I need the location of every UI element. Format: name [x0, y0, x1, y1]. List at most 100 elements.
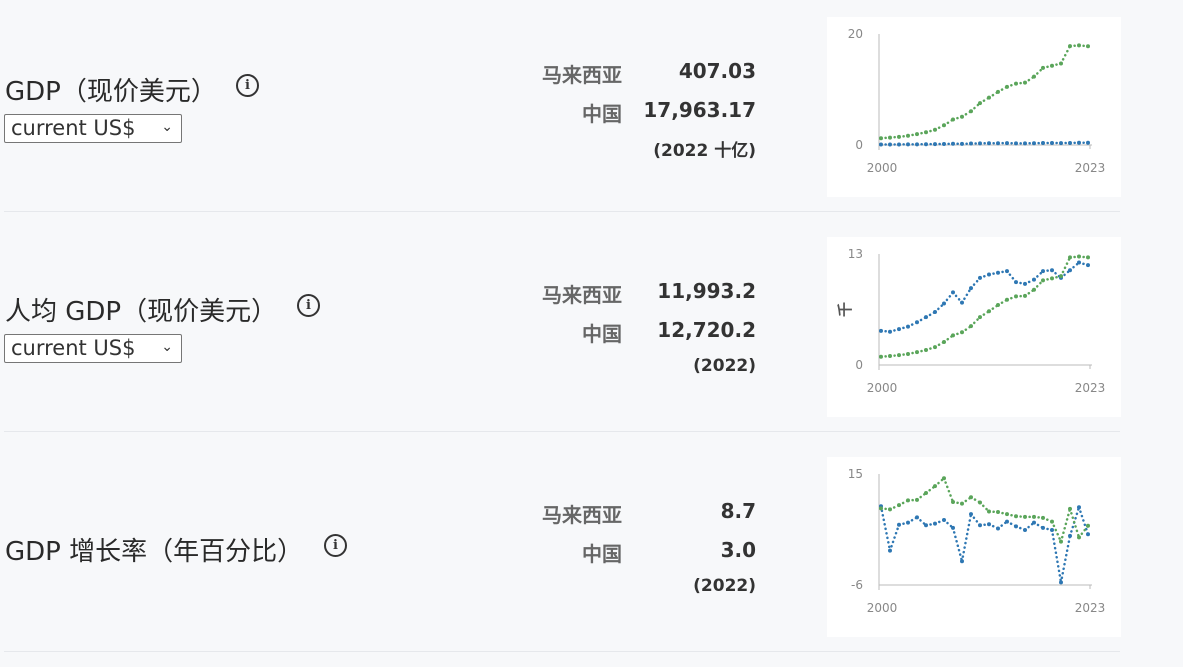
data-point-china — [942, 339, 946, 344]
data-point-china — [933, 345, 937, 350]
data-point-china — [897, 134, 901, 139]
data-point-malaysia — [924, 315, 928, 320]
data-point-china — [1059, 61, 1063, 66]
data-point-china — [906, 498, 910, 503]
series-malaysia — [879, 504, 1090, 585]
data-point-china — [1068, 44, 1072, 49]
data-point-malaysia — [915, 320, 919, 325]
data-point-china — [978, 315, 982, 320]
data-point-malaysia — [1023, 528, 1027, 533]
data-point-china — [960, 501, 964, 506]
data-point-china — [915, 132, 919, 137]
series-segment — [969, 512, 982, 527]
indicator-title: 人均 GDP（现价美元） — [5, 297, 278, 327]
series-china — [879, 254, 1090, 359]
data-point-china — [951, 117, 955, 122]
data-point-china — [933, 484, 937, 489]
data-point-china — [879, 506, 883, 511]
sparkline-chart-gdp-per-capita[interactable]: 0 13 2000 2023 千 — [827, 237, 1121, 417]
y-axis-label: 千 — [836, 302, 854, 317]
year-note: (2022) — [693, 356, 756, 376]
series-segment — [888, 523, 901, 552]
data-point-china — [978, 101, 982, 106]
data-point-malaysia — [987, 272, 991, 277]
sparkline-chart-gdp-growth[interactable]: -6 15 2000 2023 — [827, 457, 1121, 637]
x-tick-label: 2023 — [1075, 161, 1106, 175]
data-point-malaysia — [1032, 520, 1036, 525]
data-point-china — [906, 133, 910, 138]
data-point-china — [987, 95, 991, 100]
data-point-china — [1077, 535, 1081, 540]
y-tick-label: -6 — [851, 578, 863, 592]
data-point-china — [897, 353, 901, 358]
data-point-malaysia — [1041, 269, 1045, 274]
series-segment — [879, 504, 892, 552]
data-point-malaysia — [888, 329, 892, 334]
data-point-malaysia — [951, 290, 955, 295]
info-icon[interactable]: i — [236, 74, 259, 97]
data-point-malaysia — [1059, 580, 1063, 585]
data-point-malaysia — [969, 141, 973, 146]
data-point-china — [1005, 84, 1009, 89]
data-point-china — [1023, 80, 1027, 85]
data-point-malaysia — [978, 275, 982, 280]
country-name-malaysia: 马来西亚 — [542, 283, 622, 307]
data-point-malaysia — [951, 525, 955, 530]
data-point-china — [1041, 515, 1045, 520]
data-point-malaysia — [1077, 505, 1081, 510]
data-point-china — [996, 510, 1000, 515]
data-point-malaysia — [1068, 533, 1072, 538]
country-value-malaysia: 407.03 — [678, 59, 756, 83]
data-point-china — [1023, 514, 1027, 519]
indicator-row-gdp-per-capita: 人均 GDP（现价美元） i current US$ ⌄ 马来西亚 11,993… — [0, 212, 1121, 432]
year-unit-note: (2022 十亿) — [653, 141, 756, 161]
unit-select[interactable]: current US$ ⌄ — [4, 334, 182, 363]
data-point-malaysia — [1041, 141, 1045, 146]
data-point-malaysia — [1014, 524, 1018, 529]
row-divider — [4, 651, 1120, 652]
data-point-malaysia — [1023, 141, 1027, 146]
data-point-malaysia — [906, 520, 910, 525]
data-point-china — [1023, 293, 1027, 298]
data-point-china — [924, 491, 928, 496]
data-point-malaysia — [906, 142, 910, 147]
chart-svg: 0 13 2000 2023 千 — [836, 247, 1105, 395]
info-icon[interactable]: i — [297, 294, 320, 317]
country-value-malaysia: 11,993.2 — [657, 279, 756, 303]
y-tick-label: 15 — [848, 467, 863, 481]
data-point-malaysia — [888, 142, 892, 147]
data-point-malaysia — [888, 548, 892, 553]
data-point-malaysia — [915, 142, 919, 147]
country-value-china: 3.0 — [720, 538, 756, 562]
data-point-china — [888, 135, 892, 140]
data-point-malaysia — [933, 310, 937, 315]
info-icon[interactable]: i — [324, 534, 347, 557]
data-point-malaysia — [906, 324, 910, 329]
data-point-china — [879, 136, 883, 141]
data-point-malaysia — [987, 141, 991, 146]
data-point-malaysia — [924, 523, 928, 528]
x-tick-label: 2023 — [1075, 601, 1106, 615]
data-point-china — [933, 127, 937, 132]
series-segment — [942, 476, 955, 504]
data-point-malaysia — [879, 328, 883, 333]
series-segment — [942, 291, 955, 305]
sparkline-chart-gdp[interactable]: 0 20 2000 2023 — [827, 17, 1121, 197]
data-point-malaysia — [915, 515, 919, 520]
country-name-china: 中国 — [582, 542, 622, 566]
data-point-malaysia — [942, 517, 946, 522]
y-tick-label: 13 — [848, 247, 863, 261]
data-point-malaysia — [1059, 141, 1063, 146]
indicator-row-gdp: GDP（现价美元） i current US$ ⌄ 马来西亚 407.03 中国… — [0, 0, 1121, 212]
data-point-malaysia — [1005, 141, 1009, 146]
x-tick-label: 2000 — [867, 601, 898, 615]
data-point-china — [960, 114, 964, 119]
data-point-malaysia — [942, 301, 946, 306]
country-value-china: 17,963.17 — [643, 98, 756, 122]
data-point-china — [969, 109, 973, 114]
data-point-malaysia — [1077, 260, 1081, 265]
data-point-china — [996, 89, 1000, 94]
unit-select[interactable]: current US$ ⌄ — [4, 114, 182, 143]
data-point-china — [1050, 63, 1054, 68]
data-point-malaysia — [933, 142, 937, 147]
